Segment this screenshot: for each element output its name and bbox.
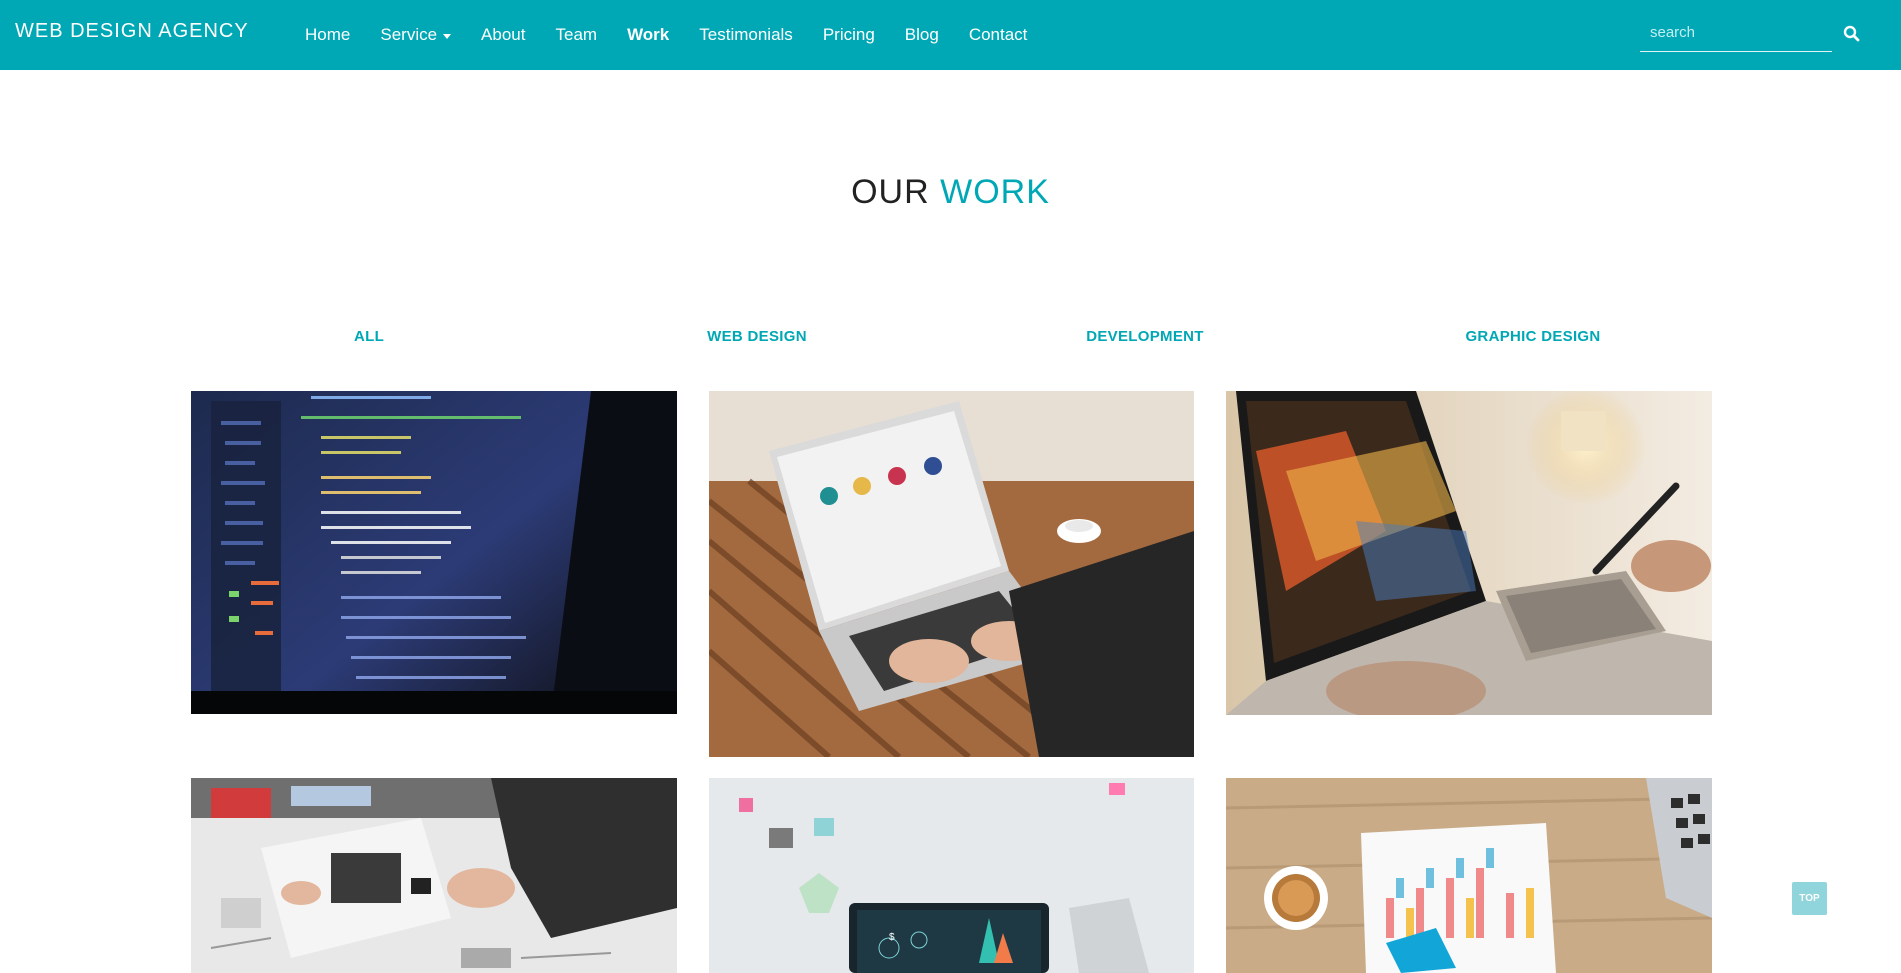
- nav-about-label: About: [481, 25, 526, 44]
- top-navbar: WEB DESIGN AGENCY Home Service About Tea…: [0, 0, 1901, 70]
- portfolio-item-laptop-table[interactable]: [709, 391, 1194, 757]
- brand-logo[interactable]: WEB DESIGN AGENCY: [15, 20, 249, 43]
- nav-contact[interactable]: Contact: [954, 0, 1043, 70]
- analytics-laptop-image: $: [709, 778, 1194, 973]
- search-button[interactable]: [1840, 22, 1864, 46]
- portfolio-filters: ALL WEB DESIGN DEVELOPMENT GRAPHIC DESIG…: [175, 328, 1725, 350]
- nav-work-label: Work: [627, 25, 670, 44]
- title-prefix: OUR: [851, 173, 930, 211]
- filter-web-design[interactable]: WEB DESIGN: [637, 328, 877, 345]
- title-accent: WORK: [940, 173, 1050, 211]
- nav-home[interactable]: Home: [290, 0, 365, 70]
- portfolio-item-sketches[interactable]: [191, 778, 677, 973]
- search-input[interactable]: [1640, 14, 1832, 52]
- nav-service-dropdown[interactable]: Service: [365, 0, 466, 70]
- graphic-tablet-image: [1226, 391, 1712, 715]
- svg-text:$: $: [889, 932, 895, 943]
- report-coffee-image: [1226, 778, 1712, 973]
- nav-work[interactable]: Work: [612, 0, 684, 70]
- nav-blog-label: Blog: [904, 25, 939, 44]
- filter-graphic-design[interactable]: GRAPHIC DESIGN: [1413, 328, 1653, 345]
- portfolio-item-report[interactable]: [1226, 778, 1712, 973]
- portfolio-item-graphic-tablet[interactable]: [1226, 391, 1712, 715]
- section-title: OUR WORK: [0, 173, 1901, 212]
- back-to-top-button[interactable]: TOP: [1792, 882, 1827, 915]
- nav-team[interactable]: Team: [540, 0, 612, 70]
- main-nav: Home Service About Team Work Testimonial…: [290, 0, 1042, 70]
- nav-service-label: Service: [380, 25, 438, 44]
- nav-team-label: Team: [555, 25, 598, 44]
- nav-testimonials-label: Testimonials: [699, 25, 793, 44]
- filter-development[interactable]: DEVELOPMENT: [1025, 328, 1265, 345]
- search-box: [1640, 14, 1832, 52]
- nav-about[interactable]: About: [466, 0, 540, 70]
- caret-down-icon: [443, 33, 452, 39]
- nav-testimonials[interactable]: Testimonials: [684, 0, 808, 70]
- laptop-table-image: [709, 391, 1194, 757]
- code-monitor-image: [191, 391, 677, 714]
- nav-home-label: Home: [305, 25, 351, 44]
- nav-pricing[interactable]: Pricing: [808, 0, 890, 70]
- portfolio-item-code[interactable]: [191, 391, 677, 714]
- filter-all[interactable]: ALL: [249, 328, 489, 345]
- portfolio-item-analytics[interactable]: $: [709, 778, 1194, 973]
- design-sketches-image: [191, 778, 677, 973]
- nav-contact-label: Contact: [968, 25, 1028, 44]
- nav-pricing-label: Pricing: [822, 25, 875, 44]
- search-icon: [1843, 25, 1860, 42]
- nav-blog[interactable]: Blog: [890, 0, 954, 70]
